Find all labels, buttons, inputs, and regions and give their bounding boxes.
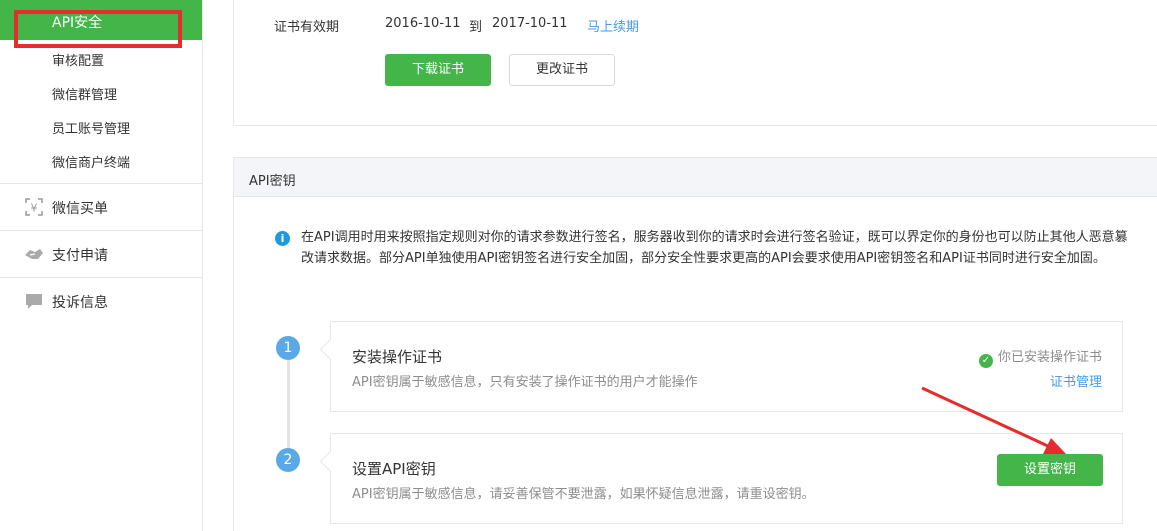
api-key-section-body: i 在API调用时用来按照指定规则对你的请求参数进行签名，服务器收到你的请求时会… bbox=[233, 196, 1157, 531]
sidebar: API安全 审核配置 微信群管理 员工账号管理 微信商户终端 ¥ 微信买单 支付… bbox=[0, 0, 203, 531]
yuan-scan-icon: ¥ bbox=[25, 198, 43, 216]
step-description: API密钥属于敏感信息，只有安装了操作证书的用户才能操作 bbox=[352, 375, 698, 390]
sidebar-group-label: 投诉信息 bbox=[52, 295, 108, 311]
cert-start-date: 2016-10-11 bbox=[385, 16, 461, 31]
installed-status-text: 你已安装操作证书 bbox=[997, 350, 1102, 365]
sidebar-item-wechat-group[interactable]: 微信群管理 bbox=[52, 84, 117, 103]
sidebar-item-staff-accounts[interactable]: 员工账号管理 bbox=[52, 118, 130, 137]
cert-management-link[interactable]: 证书管理 bbox=[1050, 371, 1102, 390]
api-key-section-header: API密钥 bbox=[233, 157, 1157, 197]
sidebar-group-label: 微信买单 bbox=[52, 201, 108, 217]
cert-date-separator: 到 bbox=[469, 20, 483, 35]
check-icon: ✓ bbox=[978, 354, 993, 368]
api-key-info-text: 在API调用时用来按照指定规则对你的请求参数进行签名，服务器收到你的请求时会进行… bbox=[301, 230, 1128, 266]
info-icon: i bbox=[275, 231, 290, 246]
step-pointer bbox=[319, 450, 342, 473]
set-key-button[interactable]: 设置密钥 bbox=[997, 454, 1103, 486]
step-title: 安装操作证书 bbox=[352, 348, 443, 366]
sidebar-item-review-config[interactable]: 审核配置 bbox=[52, 50, 104, 69]
sidebar-item-complaints[interactable]: 投诉信息 bbox=[0, 278, 202, 324]
step-title: 设置API密钥 bbox=[352, 460, 436, 478]
chat-bubble-icon bbox=[26, 294, 42, 309]
step-number-badge: 2 bbox=[276, 448, 300, 472]
sidebar-item-wechat-pay[interactable]: ¥ 微信买单 bbox=[0, 184, 202, 230]
step-number-badge: 1 bbox=[276, 336, 300, 360]
step-pointer bbox=[319, 338, 342, 361]
section-title: API密钥 bbox=[249, 174, 296, 189]
download-cert-button[interactable]: 下载证书 bbox=[385, 54, 491, 86]
renew-link[interactable]: 马上续期 bbox=[587, 16, 639, 35]
steps-timeline bbox=[287, 348, 290, 456]
sidebar-item-merchant-terminal[interactable]: 微信商户终端 bbox=[52, 152, 130, 171]
change-cert-button[interactable]: 更改证书 bbox=[509, 54, 615, 86]
step-set-api-key: 设置API密钥 API密钥属于敏感信息，请妥善保管不要泄露，如果怀疑信息泄露，请… bbox=[319, 433, 1123, 524]
main-content: 证书有效期 2016-10-11 到 2017-10-11 马上续期 下载证书 … bbox=[233, 0, 1157, 531]
cert-validity-label: 证书有效期 bbox=[274, 20, 340, 35]
sidebar-group-label: 支付申请 bbox=[52, 248, 108, 264]
handshake-icon bbox=[25, 249, 43, 259]
svg-text:¥: ¥ bbox=[31, 202, 38, 215]
step-install-cert: 安装操作证书 API密钥属于敏感信息，只有安装了操作证书的用户才能操作 ✓ 你已安… bbox=[319, 321, 1123, 412]
sidebar-item-payment-apply[interactable]: 支付申请 bbox=[0, 231, 202, 277]
step-description: API密钥属于敏感信息，请妥善保管不要泄露，如果怀疑信息泄露，请重设密钥。 bbox=[352, 487, 815, 502]
installed-status: ✓ 你已安装操作证书 bbox=[978, 346, 1102, 368]
certificate-panel: 证书有效期 2016-10-11 到 2017-10-11 马上续期 下载证书 … bbox=[233, 0, 1157, 126]
cert-end-date: 2017-10-11 bbox=[492, 16, 568, 31]
highlight-annotation-box bbox=[14, 10, 182, 48]
